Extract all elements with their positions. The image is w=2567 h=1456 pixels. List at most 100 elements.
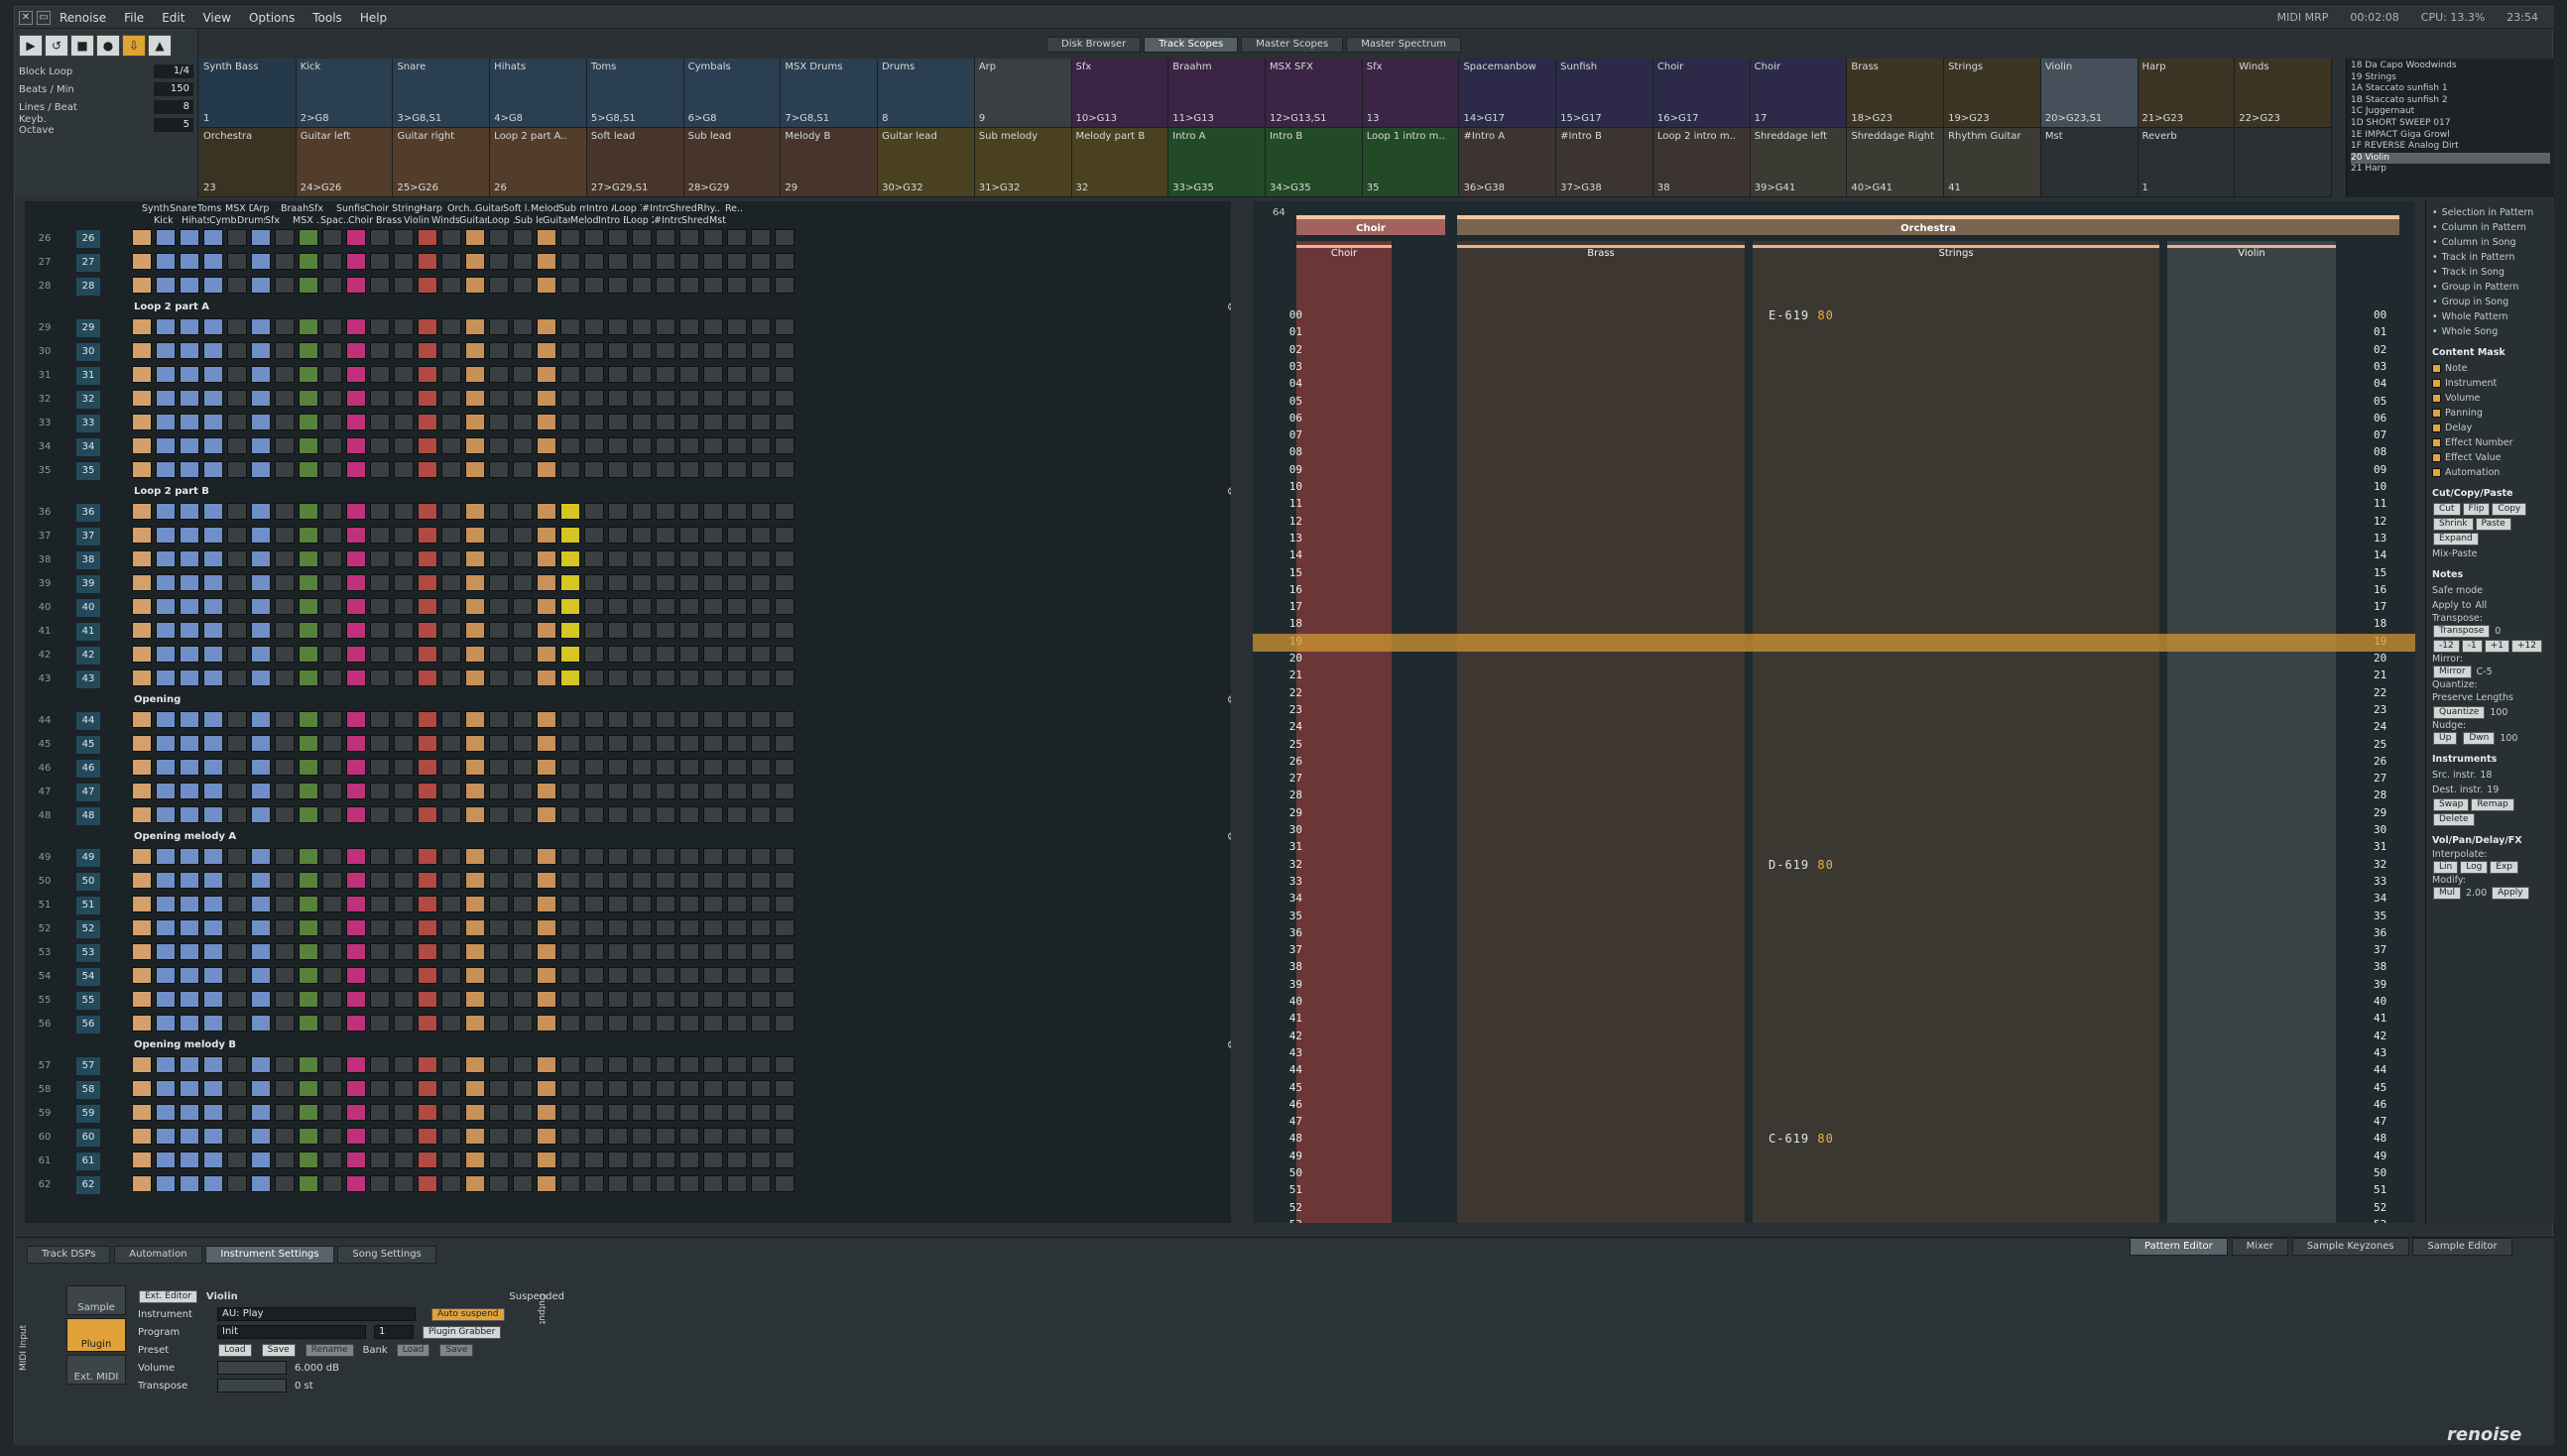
matrix-slot[interactable] (370, 759, 390, 776)
matrix-slot[interactable] (299, 461, 318, 478)
matrix-slot[interactable] (537, 991, 556, 1008)
matrix-slot[interactable] (489, 943, 509, 960)
matrix-slot[interactable] (775, 1104, 795, 1121)
tab-sample-keyzones[interactable]: Sample Keyzones (2291, 1238, 2409, 1256)
matrix-slot[interactable] (418, 342, 437, 359)
matrix-slot[interactable] (656, 437, 675, 454)
matrix-slot[interactable] (132, 991, 152, 1008)
matrix-track-name[interactable]: Drums (237, 215, 265, 226)
matrix-slot[interactable] (156, 735, 176, 752)
matrix-slot[interactable] (679, 872, 699, 889)
matrix-slot[interactable] (465, 390, 485, 407)
matrix-slot[interactable] (584, 342, 604, 359)
matrix-slot[interactable] (775, 848, 795, 865)
pattern-number[interactable]: 45 (76, 736, 100, 754)
swap-button[interactable]: Swap (2433, 798, 2470, 811)
matrix-slot[interactable] (251, 1152, 271, 1168)
matrix-slot[interactable] (322, 366, 342, 383)
matrix-slot[interactable] (227, 253, 247, 270)
matrix-slot[interactable] (679, 437, 699, 454)
matrix-slot[interactable] (513, 414, 533, 430)
matrix-slot[interactable] (775, 253, 795, 270)
matrix-slot[interactable] (322, 318, 342, 335)
matrix-slot[interactable] (180, 967, 199, 984)
matrix-slot[interactable] (156, 598, 176, 615)
matrix-slot[interactable] (727, 342, 747, 359)
matrix-slot[interactable] (703, 598, 723, 615)
matrix-slot[interactable] (203, 991, 223, 1008)
matrix-slot[interactable] (251, 711, 271, 728)
matrix-slot[interactable] (751, 646, 771, 663)
matrix-slot[interactable] (203, 318, 223, 335)
matrix-slot[interactable] (489, 1128, 509, 1145)
scope-cell[interactable]: #Intro B 37>G38 (1556, 128, 1653, 197)
matrix-slot[interactable] (727, 1175, 747, 1192)
scope-cell[interactable]: Intro A 33>G35 (1168, 128, 1266, 197)
tab-instrument-settings[interactable]: Instrument Settings (205, 1246, 334, 1264)
matrix-slot[interactable] (537, 919, 556, 936)
matrix-slot[interactable] (608, 1015, 628, 1031)
matrix-slot[interactable] (441, 711, 461, 728)
matrix-slot[interactable] (322, 342, 342, 359)
matrix-slot[interactable] (537, 414, 556, 430)
matrix-slot[interactable] (370, 414, 390, 430)
matrix-slot[interactable] (679, 848, 699, 865)
matrix-slot[interactable] (203, 967, 223, 984)
matrix-slot[interactable] (132, 919, 152, 936)
matrix-slot[interactable] (703, 1152, 723, 1168)
matrix-slot[interactable] (251, 848, 271, 865)
transpose-step-button[interactable]: -12 (2433, 640, 2460, 653)
matrix-slot[interactable] (465, 574, 485, 591)
matrix-slot[interactable] (584, 1056, 604, 1073)
matrix-slot[interactable] (513, 711, 533, 728)
matrix-slot[interactable] (632, 1175, 652, 1192)
matrix-slot[interactable] (370, 711, 390, 728)
matrix-slot[interactable] (322, 550, 342, 567)
matrix-slot[interactable] (537, 390, 556, 407)
matrix-slot[interactable] (560, 229, 580, 246)
matrix-track-name[interactable]: Hihats (182, 215, 209, 226)
matrix-slot[interactable] (227, 943, 247, 960)
matrix-track-name[interactable]: Intro B (598, 215, 626, 226)
matrix-slot[interactable] (227, 711, 247, 728)
matrix-slot[interactable] (679, 229, 699, 246)
matrix-slot[interactable] (203, 342, 223, 359)
matrix-slot[interactable] (180, 366, 199, 383)
matrix-slot[interactable] (251, 366, 271, 383)
matrix-slot[interactable] (465, 414, 485, 430)
matrix-slot[interactable] (370, 806, 390, 823)
matrix-slot[interactable] (489, 598, 509, 615)
matrix-slot[interactable] (251, 1128, 271, 1145)
matrix-slot[interactable] (441, 437, 461, 454)
matrix-slot[interactable] (513, 1128, 533, 1145)
matrix-slot[interactable] (679, 1128, 699, 1145)
matrix-slot[interactable] (346, 503, 366, 520)
matrix-slot[interactable] (370, 991, 390, 1008)
tab-pattern-editor[interactable]: Pattern Editor (2130, 1238, 2228, 1256)
matrix-slot[interactable] (632, 277, 652, 294)
matrix-slot[interactable] (275, 622, 295, 639)
matrix-slot[interactable] (560, 991, 580, 1008)
matrix-slot[interactable] (441, 646, 461, 663)
matrix-slot[interactable] (703, 759, 723, 776)
matrix-row[interactable]: 36 36 (25, 503, 1231, 523)
rename-button[interactable]: Rename (305, 1343, 354, 1357)
matrix-slot[interactable] (251, 1104, 271, 1121)
matrix-slot[interactable] (346, 848, 366, 865)
pattern-number[interactable]: 48 (76, 807, 100, 825)
matrix-slot[interactable] (322, 1175, 342, 1192)
matrix-track-name[interactable]: MSX D.. (225, 203, 253, 214)
matrix-slot[interactable] (418, 943, 437, 960)
matrix-slot[interactable] (418, 1104, 437, 1121)
matrix-slot[interactable] (180, 574, 199, 591)
matrix-slot[interactable] (513, 1056, 533, 1073)
matrix-slot[interactable] (703, 414, 723, 430)
matrix-slot[interactable] (394, 342, 414, 359)
matrix-slot[interactable] (560, 669, 580, 686)
matrix-slot[interactable] (751, 277, 771, 294)
matrix-slot[interactable] (441, 1015, 461, 1031)
matrix-slot[interactable] (418, 437, 437, 454)
pattern-number[interactable]: 41 (76, 623, 100, 641)
matrix-slot[interactable] (394, 1080, 414, 1097)
matrix-slot[interactable] (560, 503, 580, 520)
